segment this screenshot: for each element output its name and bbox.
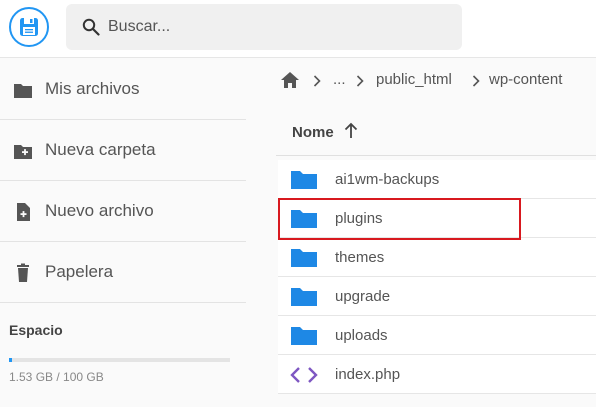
file-row-ai1wm-backups[interactable]: ai1wm-backups xyxy=(278,160,596,199)
chevron-right-icon xyxy=(356,75,364,87)
app-logo[interactable] xyxy=(9,7,49,47)
file-row-uploads[interactable]: uploads xyxy=(278,316,596,355)
folder-icon xyxy=(291,171,317,189)
folder-icon xyxy=(291,249,317,267)
trash-icon xyxy=(17,263,29,282)
storage-progress-bar xyxy=(9,358,230,362)
chevron-right-icon xyxy=(472,75,480,87)
floppy-disk-icon xyxy=(20,18,38,36)
storage-progress-fill xyxy=(9,358,13,362)
folder-icon xyxy=(14,84,32,98)
sidebar-item-label: Nueva carpeta xyxy=(45,140,156,159)
file-name: uploads xyxy=(335,327,388,344)
folder-plus-icon xyxy=(14,145,32,159)
sidebar: Mis archivos Nueva carpeta Nuevo archivo… xyxy=(0,59,250,407)
file-name: upgrade xyxy=(335,288,391,305)
column-label: Nome xyxy=(292,124,334,141)
arrow-up-icon xyxy=(344,122,358,138)
sidebar-item-new-folder[interactable]: Nueva carpeta xyxy=(0,120,246,181)
sidebar-item-my-files[interactable]: Mis archivos xyxy=(0,59,246,120)
file-plus-icon xyxy=(17,203,30,221)
storage-usage-text: 1.53 GB / 100 GB xyxy=(9,370,104,384)
file-row-upgrade[interactable]: upgrade xyxy=(278,277,596,316)
folder-icon xyxy=(291,210,317,228)
file-name: ai1wm-backups xyxy=(335,171,440,188)
file-row-plugins[interactable]: plugins xyxy=(278,199,596,238)
breadcrumb-item[interactable]: public_html xyxy=(376,71,452,88)
file-row-themes[interactable]: themes xyxy=(278,238,596,277)
chevron-right-icon xyxy=(313,75,321,87)
storage-title: Espacio xyxy=(9,322,63,338)
top-bar xyxy=(0,0,596,58)
file-name: plugins xyxy=(335,210,383,227)
file-browser: ... public_html wp-content Nome ai1wm-ba… xyxy=(276,59,596,407)
folder-icon xyxy=(291,327,317,345)
file-row-index-php[interactable]: index.php xyxy=(278,355,596,394)
search-icon xyxy=(82,18,100,36)
sidebar-item-trash[interactable]: Papelera xyxy=(0,242,246,303)
breadcrumb-item[interactable]: ... xyxy=(333,71,346,88)
sidebar-item-label: Nuevo archivo xyxy=(45,201,154,220)
home-icon[interactable] xyxy=(280,71,300,89)
sidebar-item-label: Papelera xyxy=(45,262,114,281)
search-box[interactable] xyxy=(66,4,462,50)
folder-icon xyxy=(291,288,317,306)
sidebar-item-new-file[interactable]: Nuevo archivo xyxy=(0,181,246,242)
search-input[interactable] xyxy=(108,14,438,40)
breadcrumb-item[interactable]: wp-content xyxy=(489,71,562,88)
sidebar-item-label: Mis archivos xyxy=(45,79,140,98)
file-name: themes xyxy=(335,249,385,266)
column-header-name[interactable]: Nome xyxy=(276,108,596,156)
code-file-icon xyxy=(290,367,318,383)
file-name: index.php xyxy=(335,366,401,383)
